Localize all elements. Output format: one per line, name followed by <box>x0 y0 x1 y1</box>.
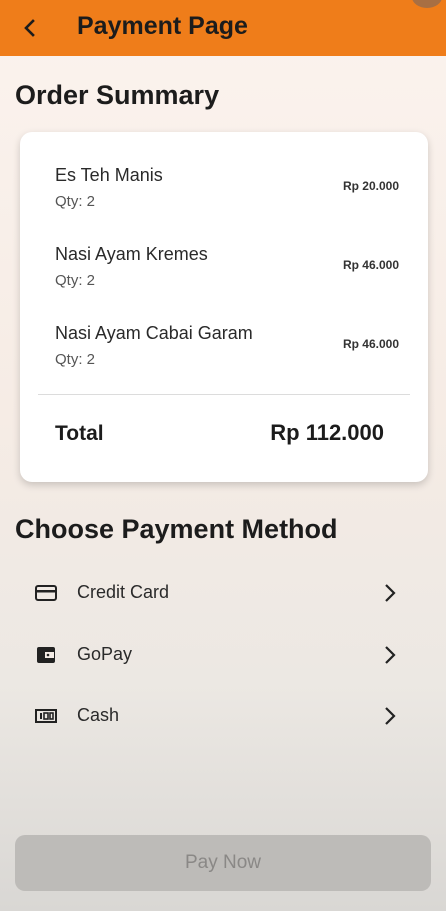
order-item: Nasi Ayam Cabai Garam Qty: 2 Rp 46.000 <box>55 323 399 373</box>
item-name: Nasi Ayam Cabai Garam <box>55 323 253 343</box>
chevron-right-icon <box>385 646 396 664</box>
item-price: Rp 46.000 <box>342 258 399 272</box>
total-label: Total <box>55 422 104 445</box>
order-summary-heading: Order Summary <box>15 80 220 110</box>
page-title: Payment Page <box>77 12 248 40</box>
credit-card-icon <box>35 585 57 601</box>
item-qty: Qty: 2 <box>55 351 96 368</box>
payment-option-gopay[interactable]: GoPay <box>20 631 428 679</box>
order-item: Es Teh Manis Qty: 2 Rp 20.000 <box>55 165 399 215</box>
back-button[interactable] <box>14 12 46 44</box>
payment-option-label: Credit Card <box>77 582 170 602</box>
app-bar: Payment Page <box>0 0 446 56</box>
chevron-left-icon <box>24 19 35 37</box>
payment-option-label: Cash <box>77 705 120 725</box>
payment-method-heading: Choose Payment Method <box>15 514 338 544</box>
close-icon[interactable] <box>412 0 442 8</box>
item-qty: Qty: 2 <box>55 272 96 289</box>
item-price: Rp 20.000 <box>342 179 399 193</box>
cash-icon <box>35 709 57 723</box>
item-name: Nasi Ayam Kremes <box>55 244 208 264</box>
item-name: Es Teh Manis <box>55 165 163 185</box>
chevron-right-icon <box>385 584 396 602</box>
payment-option-credit-card[interactable]: Credit Card <box>20 569 428 617</box>
wallet-icon <box>37 647 55 663</box>
chevron-right-icon <box>385 707 396 725</box>
item-qty: Qty: 2 <box>55 193 96 210</box>
order-summary-card: Es Teh Manis Qty: 2 Rp 20.000 Nasi Ayam … <box>20 132 428 482</box>
payment-option-cash[interactable]: Cash <box>20 692 428 740</box>
total-value: Rp 112.000 <box>270 420 384 445</box>
payment-option-label: GoPay <box>77 644 133 664</box>
pay-now-button[interactable]: Pay Now <box>15 835 431 891</box>
divider <box>38 394 410 395</box>
item-price: Rp 46.000 <box>342 337 399 351</box>
order-item: Nasi Ayam Kremes Qty: 2 Rp 46.000 <box>55 244 399 294</box>
